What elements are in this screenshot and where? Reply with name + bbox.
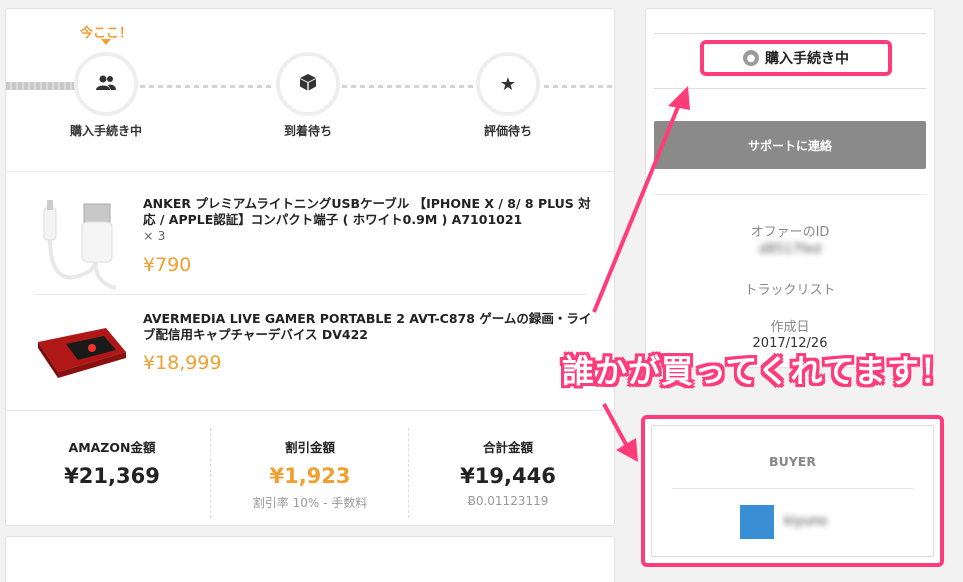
step-purchasing — [74, 52, 138, 116]
secondary-card — [5, 536, 615, 582]
divider — [6, 410, 614, 411]
item-price: ¥790 — [143, 254, 192, 276]
discount-rate: 割引率 10% - 手数料 — [252, 496, 368, 510]
amazon-total-label: AMAZON金額 — [68, 440, 156, 455]
user-icon: ● — [743, 50, 759, 66]
amazon-total: AMAZON金額 ¥21,369 — [12, 437, 212, 488]
divider — [34, 294, 586, 295]
offer-id-value: d8517fed — [654, 242, 926, 257]
item-title[interactable]: AVERMEDIA LIVE GAMER PORTABLE 2 AVT-C878… — [143, 311, 593, 343]
progress-track — [342, 85, 474, 88]
divider — [672, 488, 913, 489]
grand-total-value: ¥19,446 — [460, 464, 556, 488]
divider — [654, 33, 926, 34]
divider — [654, 88, 926, 89]
annotation-text: 誰かが買ってくれてます！ — [562, 352, 953, 390]
lightning-cable-image — [36, 198, 126, 290]
item-qty: × 3 — [143, 228, 166, 243]
offer-id-blurred: d8517fed — [758, 242, 822, 257]
star-icon: ★ — [499, 73, 517, 95]
discount-label: 割引金額 — [284, 440, 335, 455]
step-awaiting-review: ★ — [476, 52, 540, 116]
discount-value: ¥1,923 — [269, 464, 351, 488]
buyer-panel: BUYER kiyuno — [641, 415, 944, 567]
step-awaiting-arrival — [276, 52, 340, 116]
box-icon — [299, 72, 317, 96]
divider — [654, 194, 926, 195]
tracklist-link[interactable]: トラックリスト — [654, 279, 926, 298]
arrow-head-down — [616, 438, 638, 462]
buyer-name[interactable]: kiyuno — [784, 514, 827, 529]
status-text: 購入手続き中 — [765, 51, 849, 67]
progress-track — [140, 85, 274, 88]
buyer-card: BUYER kiyuno — [651, 425, 934, 557]
caret-down-icon — [101, 39, 111, 45]
btc-amount: Ƀ0.01123119 — [467, 494, 549, 508]
grand-total: 合計金額 ¥19,446 Ƀ0.01123119 — [408, 437, 608, 508]
created-label: 作成日 — [770, 320, 810, 335]
avatar[interactable] — [740, 505, 774, 539]
buyer-label: BUYER — [769, 454, 816, 469]
users-icon — [96, 72, 116, 96]
step-label-purchasing: 購入手続き中 — [69, 124, 142, 138]
grand-total-label: 合計金額 — [482, 440, 533, 455]
progress-track-done — [6, 82, 76, 90]
offer-id-label: オファーのID — [750, 225, 830, 240]
status-badge: ● 購入手続き中 — [700, 40, 892, 76]
contact-support-button[interactable]: サポートに連絡 — [654, 121, 926, 169]
step-label-arrival: 到着待ち — [283, 124, 332, 138]
progress-track — [544, 85, 612, 88]
divider — [6, 171, 614, 172]
discount-total: 割引金額 ¥1,923 割引率 10% - 手数料 — [210, 437, 410, 511]
step-label-review: 評価待ち — [483, 124, 532, 138]
amazon-total-value: ¥21,369 — [64, 464, 160, 488]
item-price: ¥18,999 — [143, 352, 222, 374]
item-title[interactable]: ANKER プレミアムライトニングUSBケーブル 【IPHONE X / 8/ … — [143, 196, 593, 228]
capture-device-image — [36, 322, 128, 378]
